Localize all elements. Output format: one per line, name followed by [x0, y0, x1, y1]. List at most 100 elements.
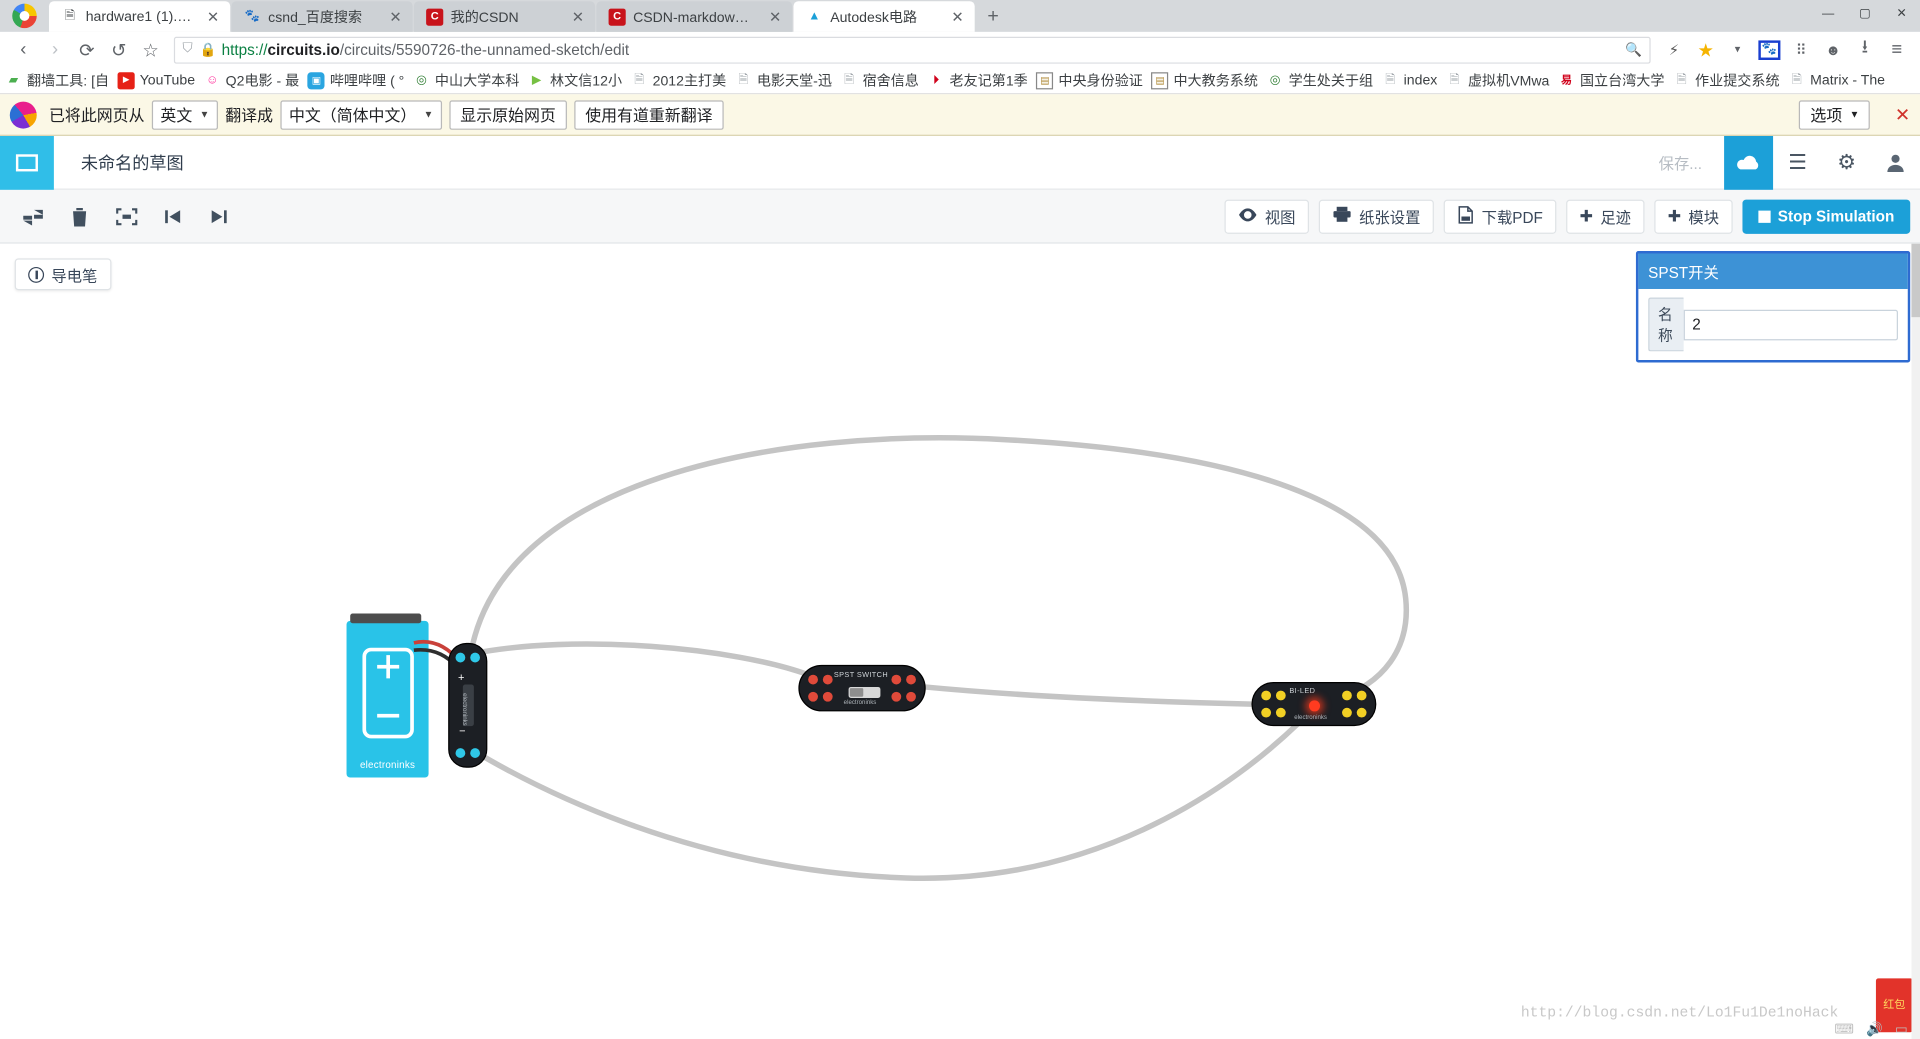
flash-icon[interactable]: ⚡ [1658, 34, 1690, 66]
browser-tab-4[interactable]: ▲ Autodesk电路 ✕ [793, 1, 975, 32]
bookmark-item[interactable]: 🗎 2012主打美 [631, 70, 726, 90]
window-close-button[interactable]: ✕ [1883, 0, 1920, 27]
step-back-icon[interactable] [149, 198, 196, 235]
bookmark-item[interactable]: ☺ Q2电影 - 最 [204, 70, 299, 90]
page-scrollbar[interactable] [1911, 243, 1920, 1039]
bookmark-item[interactable]: ▶ YouTube [117, 71, 195, 89]
bookmark-item[interactable]: 🗎 作业提交系统 [1673, 70, 1780, 90]
gear-icon[interactable]: ⚙ [1822, 135, 1871, 189]
address-bar[interactable]: ⛉ 🔒 https://circuits.io/circuits/5590726… [173, 36, 1651, 64]
user-avatar-icon[interactable] [1871, 135, 1920, 189]
tab-close-icon[interactable]: ✕ [203, 8, 223, 25]
pad[interactable] [470, 748, 481, 758]
pad[interactable] [455, 652, 466, 663]
circuit-canvas[interactable]: electroninks + − electroninks SPST SWITC… [0, 243, 1920, 1039]
bookmark-item[interactable]: ▶ 林文信12小 [528, 70, 622, 90]
bi-led-module[interactable]: BI-LED electroninks [1251, 682, 1377, 727]
target-language-select[interactable]: 中文（简体中文） ▼ [280, 99, 442, 130]
star-icon[interactable]: ★ [1690, 34, 1722, 66]
pad[interactable] [808, 674, 818, 685]
pad[interactable] [1356, 690, 1367, 701]
window-minimize-button[interactable]: — [1810, 0, 1847, 27]
switch-knob[interactable] [849, 688, 864, 697]
bookmark-item[interactable]: ◎ 学生处关于组 [1267, 70, 1373, 90]
browser-tab-3[interactable]: C CSDN-markdown编辑器 ✕ [596, 1, 793, 32]
tab-close-icon[interactable]: ✕ [765, 8, 785, 25]
tab-close-icon[interactable]: ✕ [568, 8, 588, 25]
search-icon[interactable]: 🔍 [1625, 42, 1642, 58]
paper-settings-button[interactable]: 纸张设置 [1318, 198, 1434, 234]
pad[interactable] [1275, 690, 1286, 701]
bookmark-item[interactable]: ▤ 中大教务系统 [1151, 70, 1258, 90]
fit-to-screen-icon[interactable] [103, 198, 150, 235]
tab-close-icon[interactable]: ✕ [386, 8, 406, 25]
pad[interactable] [906, 674, 916, 685]
download-pdf-button[interactable]: 下载PDF [1443, 198, 1557, 234]
modules-button[interactable]: ✚ 模块 [1654, 198, 1733, 234]
property-name-input[interactable] [1683, 309, 1898, 340]
pad[interactable] [470, 652, 481, 663]
pad[interactable] [822, 674, 833, 685]
view-button[interactable]: 视图 [1224, 198, 1309, 234]
extension-icon[interactable]: 🐾 [1753, 34, 1785, 66]
pad[interactable] [891, 674, 902, 685]
app-logo-icon[interactable] [0, 135, 54, 190]
pad[interactable] [1261, 690, 1272, 701]
footprint-button[interactable]: ✚ 足迹 [1566, 198, 1645, 234]
cloud-upload-icon[interactable] [1724, 135, 1774, 190]
bookmark-item[interactable]: 🗎 虚拟机VMwa [1446, 70, 1550, 90]
bookmark-item[interactable]: ◎ 中山大学本科 [413, 70, 519, 90]
bookmark-item[interactable]: ▣ 哔哩哔哩 ( ° [307, 70, 404, 90]
bookmark-item[interactable]: 🗎 电影天堂-迅 [735, 70, 832, 90]
conductive-pen-tool[interactable]: 导电笔 [14, 258, 111, 291]
undo-icon[interactable]: ↺ [103, 34, 135, 66]
browser-tab-0[interactable]: 🗎 hardware1 (1).html ✕ [48, 1, 231, 32]
bookmark-item[interactable]: ⏵ 老友记第1季 [927, 70, 1028, 90]
apps-grid-icon[interactable]: ⠿ [1785, 34, 1817, 66]
bookmark-item[interactable]: ▤ 中央身份验证 [1036, 70, 1143, 90]
profile-icon[interactable]: ☻ [1817, 34, 1849, 66]
bookmark-item[interactable]: 🗎 宿舍信息 [841, 70, 919, 90]
chevron-down-icon[interactable]: ▾ [1722, 34, 1754, 66]
step-forward-icon[interactable] [196, 198, 243, 235]
bookmark-item[interactable]: 🗎 Matrix - The [1788, 72, 1885, 89]
cloud-glyph [1737, 155, 1759, 169]
source-language-select[interactable]: 英文 ▼ [151, 99, 218, 130]
pad[interactable] [1342, 707, 1352, 718]
new-tab-button[interactable]: + [976, 1, 1010, 32]
power-module[interactable]: + − electroninks [448, 642, 488, 768]
tab-close-icon[interactable]: ✕ [948, 8, 968, 25]
show-original-button[interactable]: 显示原始网页 [449, 99, 567, 130]
sketch-title[interactable]: 未命名的草图 [81, 150, 184, 174]
window-maximize-button[interactable]: ▢ [1847, 0, 1884, 27]
list-icon[interactable]: ☰ [1773, 135, 1822, 189]
bookmark-item[interactable]: 易国立台湾大学 [1558, 70, 1664, 90]
back-icon[interactable]: ‹ [7, 34, 39, 66]
pad[interactable] [891, 691, 902, 702]
forward-icon[interactable]: › [39, 34, 71, 66]
rotate-icon[interactable] [10, 198, 57, 235]
browser-tab-1[interactable]: 🐾 csnd_百度搜索 ✕ [231, 1, 413, 32]
bookmark-item[interactable]: 🗎 index [1382, 72, 1437, 89]
bookmark-item[interactable]: ▰ 翻墙工具: [自 [5, 70, 109, 90]
reload-icon[interactable]: ⟳ [71, 34, 103, 66]
downloads-icon[interactable]: ⭳ [1849, 34, 1881, 66]
delete-icon[interactable] [56, 198, 103, 235]
pad[interactable] [808, 691, 818, 702]
bookmark-star-icon[interactable]: ☆ [135, 34, 167, 66]
pad[interactable] [1261, 707, 1272, 718]
retranslate-button[interactable]: 使用有道重新翻译 [574, 99, 724, 130]
pad[interactable] [1356, 707, 1367, 718]
translate-options-button[interactable]: 选项 ▼ [1799, 99, 1871, 130]
pad[interactable] [906, 691, 916, 702]
pad[interactable] [455, 748, 466, 758]
stop-simulation-button[interactable]: Stop Simulation [1742, 198, 1911, 234]
pad[interactable] [1275, 707, 1286, 718]
scrollbar-thumb[interactable] [1911, 243, 1920, 318]
pad[interactable] [1342, 690, 1352, 701]
spst-switch-module[interactable]: SPST SWITCH electroninks [798, 664, 926, 712]
browser-tab-2[interactable]: C 我的CSDN ✕ [413, 1, 596, 32]
translate-close-icon[interactable]: ✕ [1895, 103, 1910, 126]
browser-menu-icon[interactable]: ≡ [1881, 34, 1913, 66]
pad[interactable] [822, 691, 833, 702]
